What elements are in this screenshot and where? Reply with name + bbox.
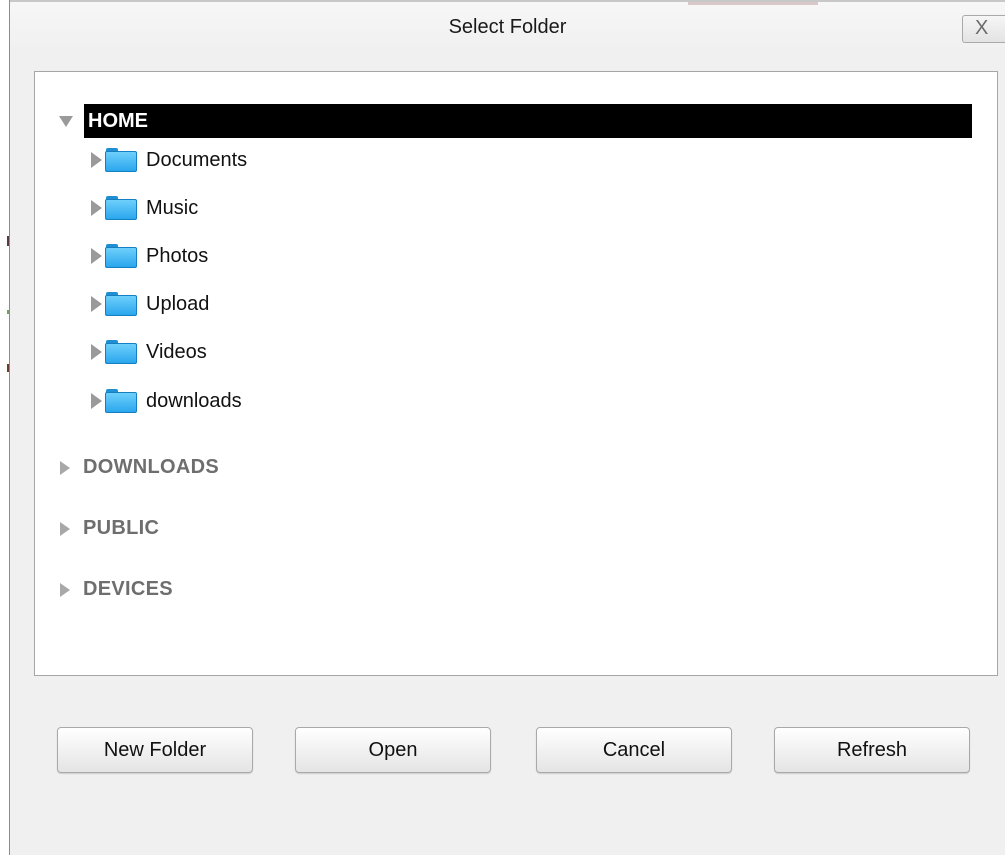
tree-folder-label: Documents (146, 148, 248, 171)
close-button[interactable]: X (962, 15, 1005, 43)
title-bar[interactable]: Select Folder X (10, 0, 1005, 52)
tree-folder-label: Photos (146, 244, 209, 267)
tree-section-label: DOWNLOADS (83, 456, 220, 478)
tree-folder-item[interactable]: Upload (91, 292, 209, 316)
open-button[interactable]: Open (295, 727, 491, 773)
folder-icon (105, 148, 137, 172)
tree-folder-item[interactable]: Documents (91, 148, 247, 172)
folder-icon (105, 244, 137, 268)
tree-section-public[interactable]: PUBLIC (60, 517, 159, 540)
title-bar-accent (688, 2, 818, 5)
select-folder-dialog: Select Folder X HOME Documents Music Photo… (9, 0, 1005, 855)
dialog-title: Select Folder (448, 16, 567, 38)
tree-folder-label: Videos (146, 340, 207, 363)
selection-highlight (84, 104, 972, 138)
tree-section-label: PUBLIC (83, 517, 160, 539)
folder-icon (105, 292, 137, 316)
chevron-right-icon[interactable] (60, 582, 70, 597)
chevron-right-icon[interactable] (60, 460, 70, 475)
chevron-right-icon[interactable] (91, 200, 102, 216)
chevron-right-icon[interactable] (60, 521, 70, 536)
chevron-right-icon[interactable] (91, 152, 102, 168)
chevron-right-icon[interactable] (91, 248, 102, 264)
tree-node-home[interactable] (59, 104, 77, 138)
new-folder-button[interactable]: New Folder (57, 727, 253, 773)
tree-node-home-label: HOME (88, 110, 148, 132)
cancel-button[interactable]: Cancel (536, 727, 732, 773)
tree-folder-item[interactable]: Music (91, 196, 198, 220)
folder-icon (105, 389, 137, 413)
tree-section-label: DEVICES (83, 578, 173, 600)
tree-folder-item[interactable]: Photos (91, 244, 208, 268)
tree-folder-label: downloads (146, 389, 242, 412)
chevron-right-icon[interactable] (91, 393, 102, 409)
chevron-right-icon[interactable] (91, 344, 102, 360)
tree-folder-item[interactable]: downloads (91, 389, 242, 413)
tree-folder-label: Music (146, 196, 199, 219)
refresh-button[interactable]: Refresh (774, 727, 970, 773)
background-window-edge (0, 0, 9, 855)
folder-tree: HOME Documents Music Photos Upload Videos dow… (34, 71, 998, 676)
tree-section-downloads[interactable]: DOWNLOADS (60, 456, 219, 479)
tree-section-devices[interactable]: DEVICES (60, 578, 173, 601)
chevron-right-icon[interactable] (91, 296, 102, 312)
close-icon: X (975, 17, 989, 39)
tree-folder-item[interactable]: Videos (91, 340, 207, 364)
folder-icon (105, 196, 137, 220)
tree-folder-label: Upload (146, 292, 210, 315)
chevron-down-icon[interactable] (59, 115, 73, 127)
folder-icon (105, 340, 137, 364)
